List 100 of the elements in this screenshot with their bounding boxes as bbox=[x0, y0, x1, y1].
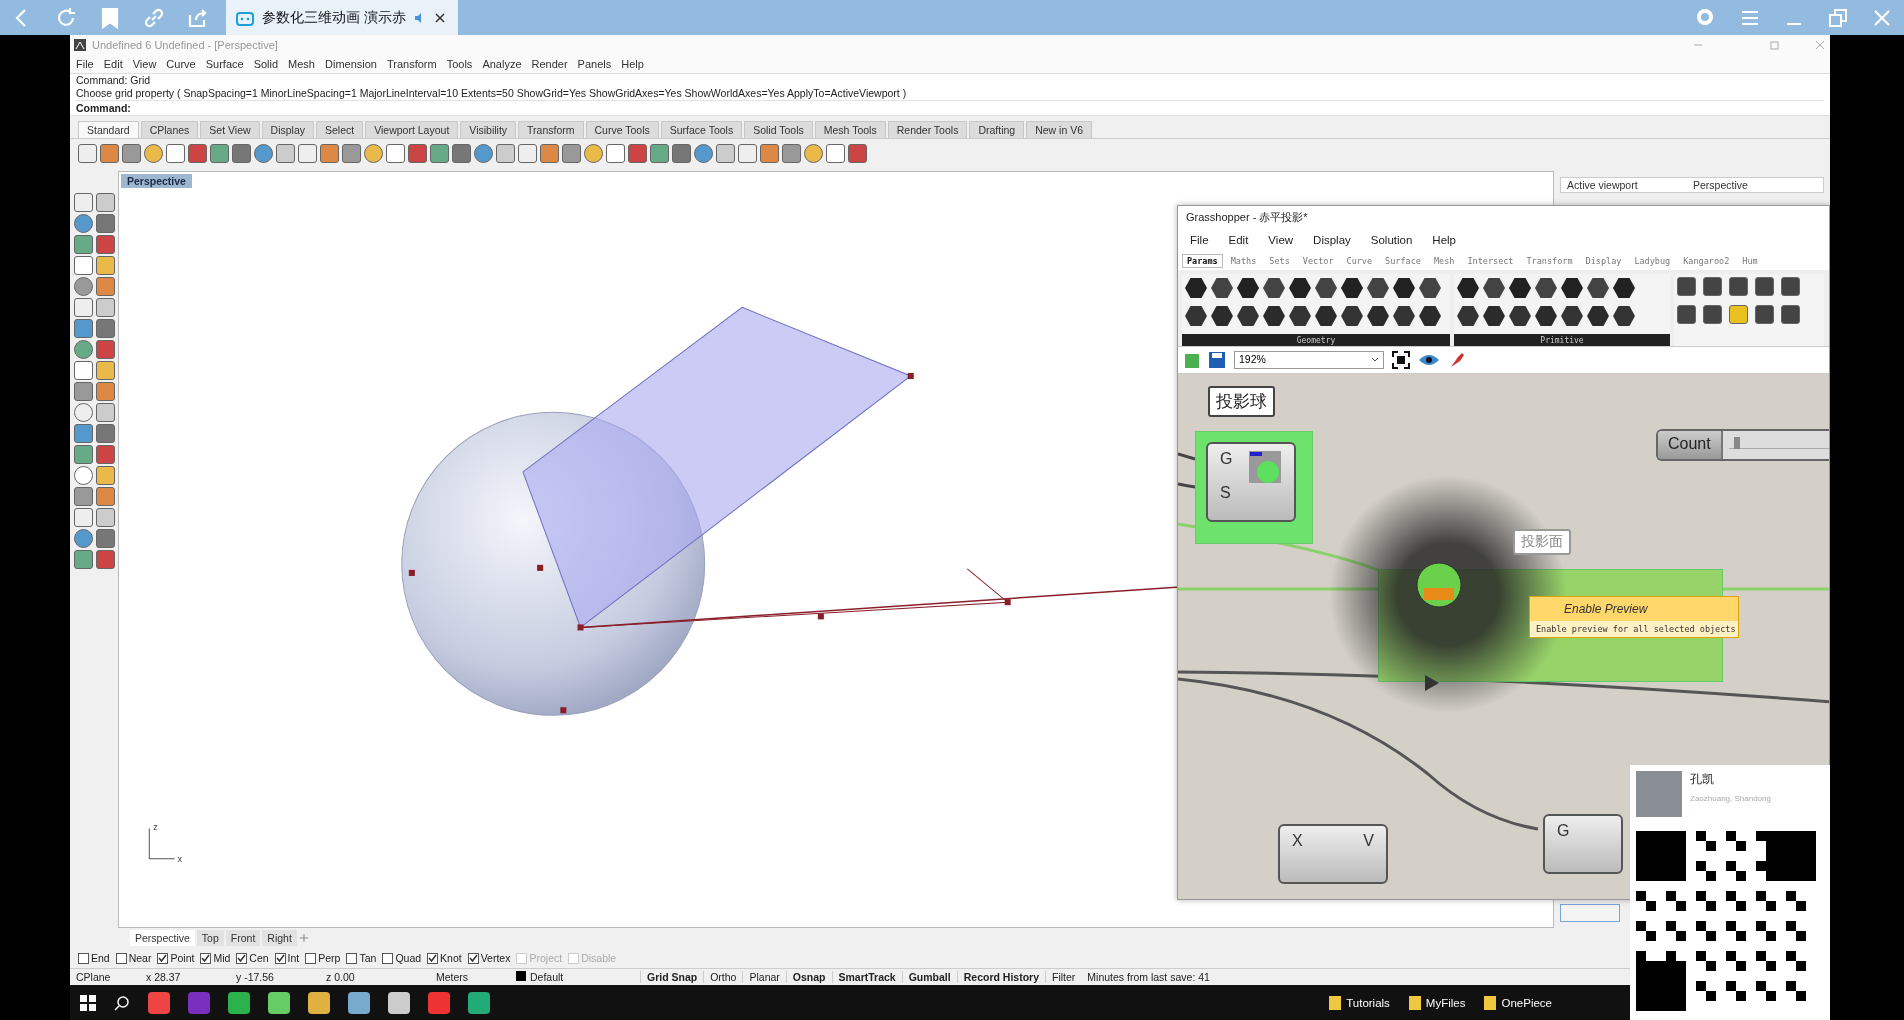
toolbar-tab[interactable]: New in V6 bbox=[1026, 121, 1092, 138]
menu-item[interactable]: Help bbox=[1432, 234, 1456, 246]
tool-icon[interactable] bbox=[562, 143, 581, 163]
tool-icon[interactable] bbox=[74, 529, 93, 548]
component-icon[interactable] bbox=[1185, 277, 1207, 299]
tool-icon[interactable] bbox=[540, 143, 559, 163]
menu-item[interactable]: File bbox=[1190, 234, 1209, 246]
taskbar-folder[interactable]: MyFiles bbox=[1407, 994, 1466, 1011]
tool-icon[interactable] bbox=[782, 143, 801, 163]
tool-icon[interactable] bbox=[386, 143, 405, 163]
menu-item[interactable]: Panels bbox=[577, 58, 612, 70]
tool-icon[interactable] bbox=[74, 445, 93, 464]
component-icon[interactable] bbox=[1315, 277, 1337, 299]
tool-icon[interactable] bbox=[96, 340, 115, 359]
tool-icon[interactable] bbox=[96, 403, 115, 422]
component-icon[interactable] bbox=[1561, 305, 1583, 327]
browser-tab[interactable]: 参数化三维动画 演示赤 bbox=[226, 0, 458, 35]
tool-icon[interactable] bbox=[738, 143, 757, 163]
osnap-option[interactable]: Mid bbox=[200, 952, 231, 964]
menu-item[interactable]: Edit bbox=[1228, 234, 1249, 246]
component-node[interactable]: G bbox=[1543, 814, 1623, 874]
command-prompt[interactable]: Command: bbox=[76, 100, 1824, 115]
tool-icon[interactable] bbox=[74, 403, 93, 422]
tool-icon[interactable] bbox=[74, 550, 93, 569]
component-tab[interactable]: Params bbox=[1182, 254, 1223, 268]
status-toggle[interactable]: Record History bbox=[956, 971, 1045, 983]
tool-icon[interactable] bbox=[74, 361, 93, 380]
toolbar-tab[interactable]: Solid Tools bbox=[744, 121, 813, 138]
osnap-option[interactable]: Perp bbox=[305, 952, 341, 964]
component-icon[interactable] bbox=[1535, 277, 1557, 299]
status-layer[interactable]: Default bbox=[510, 971, 640, 983]
tool-icon[interactable] bbox=[96, 235, 115, 254]
toolbar-tab[interactable]: Render Tools bbox=[887, 121, 968, 138]
toolbar-tab[interactable]: CPlanes bbox=[140, 121, 199, 138]
tool-icon[interactable] bbox=[74, 277, 93, 296]
status-toggle[interactable]: Ortho bbox=[703, 971, 743, 983]
tool-icon[interactable] bbox=[96, 361, 115, 380]
component-node[interactable]: X V bbox=[1278, 824, 1388, 884]
tool-icon[interactable] bbox=[232, 143, 251, 163]
osnap-option[interactable]: Cen bbox=[236, 952, 269, 964]
tool-icon[interactable] bbox=[74, 466, 93, 485]
menu-item[interactable]: Edit bbox=[103, 58, 123, 70]
tool-icon[interactable] bbox=[74, 319, 93, 338]
menu-item[interactable]: View bbox=[1268, 234, 1294, 246]
menu-item[interactable]: Solution bbox=[1370, 234, 1413, 246]
tool-icon[interactable] bbox=[672, 143, 691, 163]
tool-icon[interactable] bbox=[96, 277, 115, 296]
menu-item[interactable]: Mesh bbox=[288, 58, 315, 70]
toolbar-tab[interactable]: Transform bbox=[518, 121, 584, 138]
tool-icon[interactable] bbox=[74, 298, 93, 317]
component-icon[interactable] bbox=[1341, 305, 1363, 327]
component-tab[interactable]: Sets bbox=[1264, 254, 1295, 268]
taskbar-folder[interactable]: OnePiece bbox=[1483, 994, 1552, 1011]
tool-icon[interactable] bbox=[74, 508, 93, 527]
menu-item[interactable]: Analyze bbox=[482, 58, 522, 70]
component-icon[interactable] bbox=[1185, 305, 1207, 327]
component-tab[interactable]: Intersect bbox=[1462, 254, 1519, 268]
component-icon[interactable] bbox=[1535, 305, 1557, 327]
component-icon[interactable] bbox=[1419, 277, 1441, 299]
toolbar-tab[interactable]: Select bbox=[316, 121, 364, 138]
tool-icon[interactable] bbox=[78, 143, 97, 163]
toolbar-tab[interactable]: Visibility bbox=[460, 121, 517, 138]
component-icon[interactable] bbox=[1419, 305, 1441, 327]
tool-icon[interactable] bbox=[74, 487, 93, 506]
tool-icon[interactable] bbox=[74, 340, 93, 359]
viewport-tab[interactable]: Front bbox=[225, 930, 261, 946]
app-icon[interactable] bbox=[148, 991, 170, 1014]
status-toggle[interactable]: Gumball bbox=[901, 971, 957, 983]
osnap-option[interactable]: Quad bbox=[382, 952, 422, 964]
tool-icon[interactable] bbox=[74, 256, 93, 275]
tool-icon[interactable] bbox=[96, 466, 115, 485]
viewport-tab[interactable]: Right bbox=[262, 930, 297, 946]
component-icon[interactable] bbox=[1315, 305, 1337, 327]
tool-icon[interactable] bbox=[96, 256, 115, 275]
viewport-tab[interactable]: Top bbox=[196, 930, 224, 946]
tool-icon[interactable] bbox=[188, 143, 207, 163]
menu-item[interactable]: Transform bbox=[386, 58, 437, 70]
tool-icon[interactable] bbox=[716, 143, 735, 163]
component-tab[interactable]: Kangaroo2 bbox=[1678, 254, 1735, 268]
tool-icon[interactable] bbox=[518, 143, 537, 163]
number-slider[interactable]: Count bbox=[1656, 429, 1829, 461]
tool-icon[interactable] bbox=[96, 550, 115, 569]
component-icon[interactable] bbox=[1211, 277, 1233, 299]
component-tab[interactable]: Mesh bbox=[1428, 254, 1460, 268]
component-icon[interactable] bbox=[1341, 277, 1363, 299]
menu-item[interactable]: Surface bbox=[205, 58, 244, 70]
play-icon[interactable] bbox=[1423, 674, 1441, 692]
component-tab[interactable]: Surface bbox=[1380, 254, 1426, 268]
menu-item[interactable]: View bbox=[132, 58, 157, 70]
brush-icon[interactable] bbox=[1448, 351, 1466, 369]
tool-icon[interactable] bbox=[96, 529, 115, 548]
tool-icon[interactable] bbox=[320, 143, 339, 163]
osnap-option[interactable]: Vertex bbox=[467, 952, 511, 964]
windows-icon[interactable] bbox=[80, 994, 96, 1011]
tool-icon[interactable] bbox=[100, 143, 119, 163]
tool-icon[interactable] bbox=[210, 143, 229, 163]
component-icon[interactable] bbox=[1483, 305, 1505, 327]
osnap-option[interactable]: Point bbox=[157, 952, 195, 964]
component-icon[interactable] bbox=[1613, 305, 1635, 327]
viewport-label[interactable]: Perspective bbox=[121, 174, 192, 188]
